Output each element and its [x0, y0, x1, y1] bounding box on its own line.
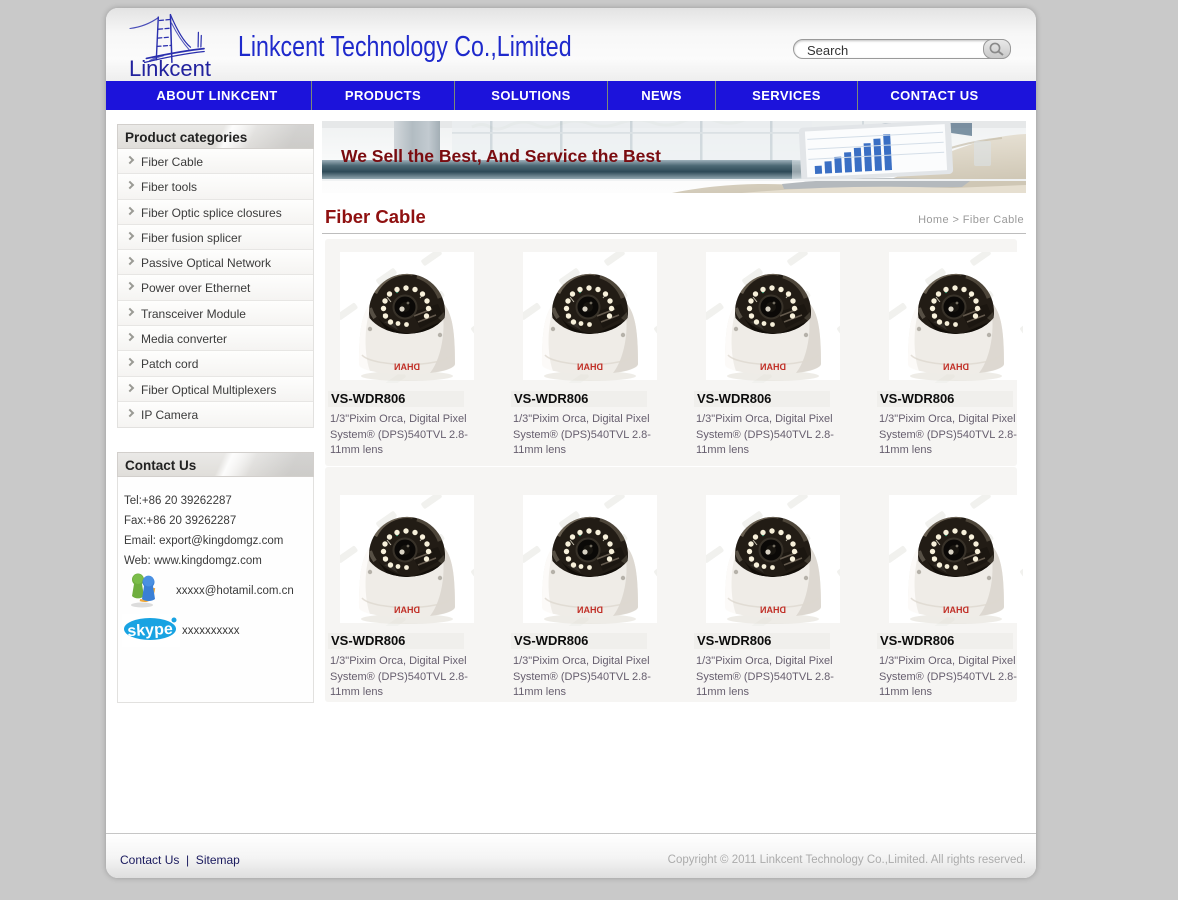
svg-text:Linkcent: Linkcent [129, 56, 211, 81]
svg-text:skype: skype [127, 621, 173, 640]
